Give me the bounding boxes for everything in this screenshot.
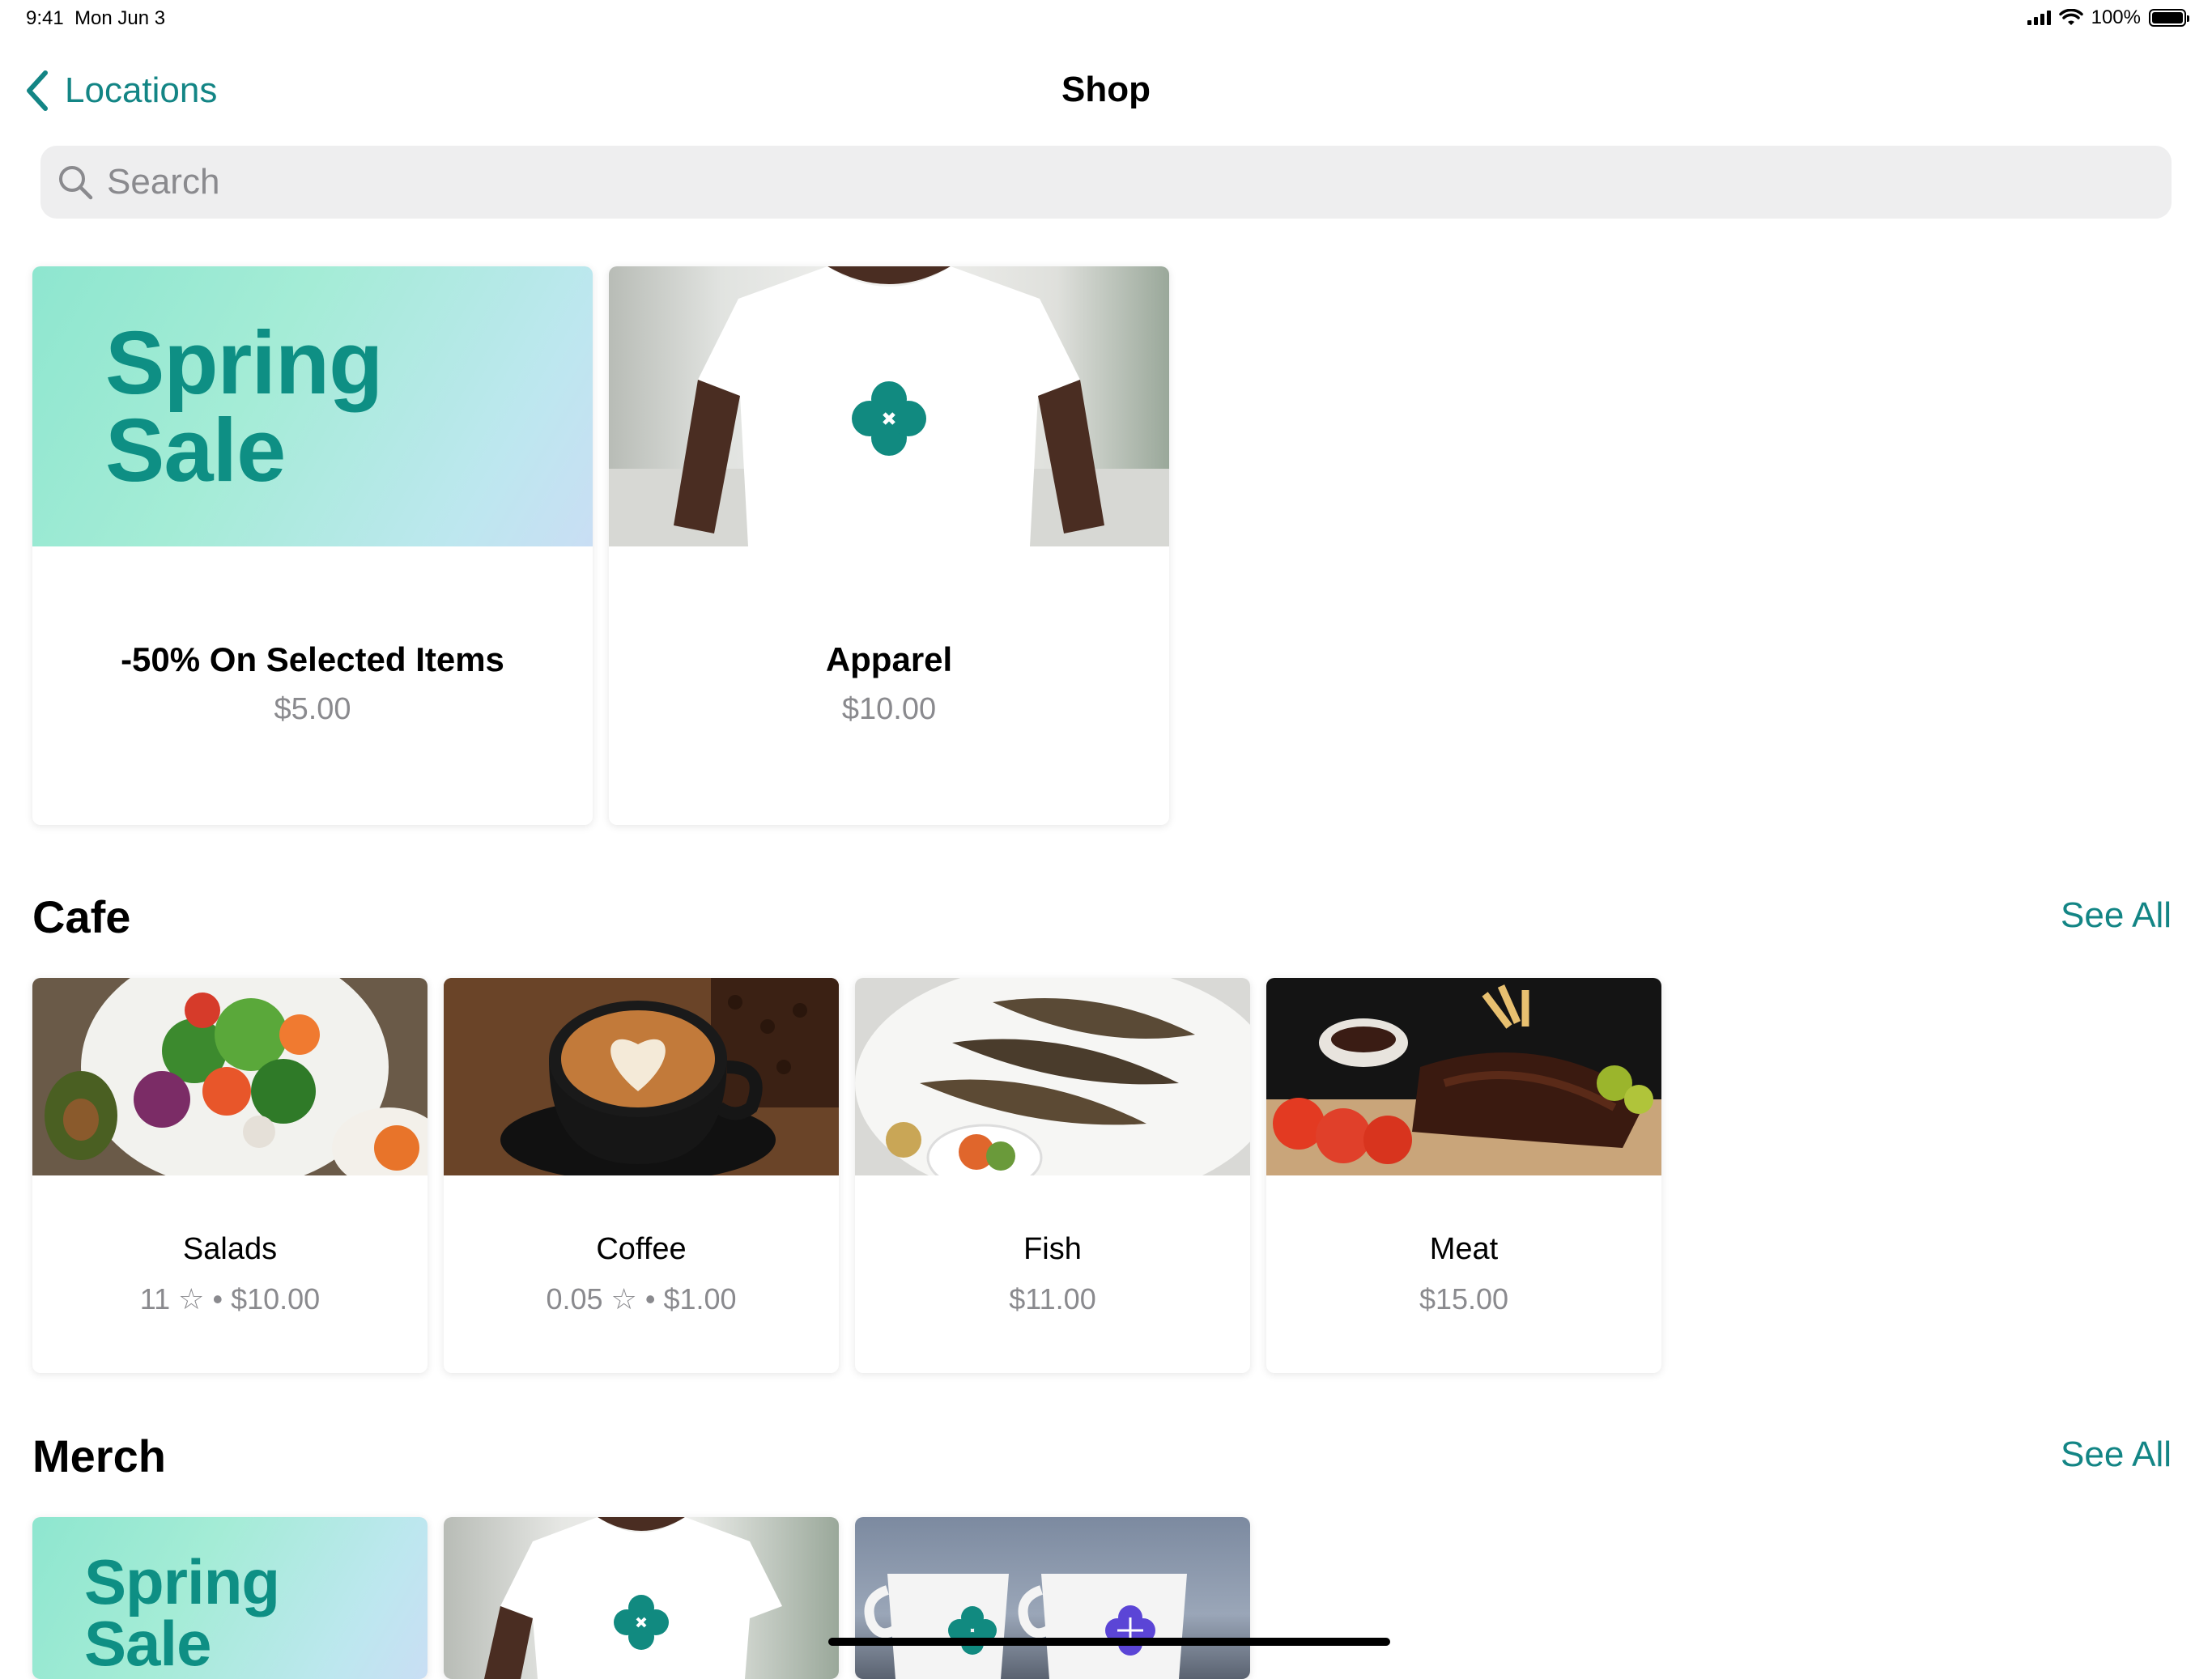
mugs-image (855, 1517, 1250, 1679)
card-title: Salads (182, 1232, 278, 1266)
rating-value: 11 (139, 1282, 171, 1316)
star-icon: ☆ (610, 1282, 637, 1316)
featured-card-apparel[interactable]: Apparel $10.00 (609, 266, 1169, 825)
featured-card-spring-sale[interactable]: Spring Sale -50% On Selected Items $5.00 (32, 266, 593, 825)
spring-sale-image: Spring Sale (32, 1517, 428, 1679)
search-icon (59, 166, 93, 200)
see-all-cafe-button[interactable]: See All (2061, 895, 2172, 936)
cafe-card-fish[interactable]: Fish $11.00 (855, 978, 1250, 1373)
fish-image (855, 978, 1250, 1175)
separator-dot: • (212, 1282, 223, 1316)
tshirt-image (444, 1517, 839, 1679)
back-button-label: Locations (65, 70, 218, 110)
card-price: $10.00 (231, 1282, 321, 1316)
battery-icon (2149, 9, 2189, 27)
card-title: Fish (1023, 1232, 1082, 1266)
card-title: Coffee (596, 1232, 687, 1266)
card-title: -50% On Selected Items (121, 640, 504, 678)
card-title: Meat (1429, 1232, 1499, 1266)
card-price: $11.00 (1009, 1282, 1096, 1316)
spring-sale-logo: Spring Sale (105, 313, 383, 500)
salads-image (32, 978, 428, 1175)
wifi-icon (2058, 9, 2083, 25)
section-title-merch: Merch (32, 1430, 166, 1481)
cellular-signal-icon (2027, 11, 2051, 25)
battery-percentage: 100% (2091, 6, 2141, 28)
search-input[interactable] (107, 162, 2050, 202)
card-title: Apparel (825, 640, 953, 678)
home-indicator[interactable] (828, 1638, 1390, 1646)
coffee-image (444, 978, 839, 1175)
chevron-left-icon (27, 70, 48, 111)
status-date-value: Mon Jun 3 (74, 7, 166, 29)
card-meta: 0.05 ☆ • $1.00 (444, 1282, 839, 1316)
merch-card-mugs[interactable] (855, 1517, 1250, 1679)
merch-card-spring-sale[interactable]: Spring Sale (32, 1517, 428, 1679)
status-time-value: 9:41 (26, 7, 64, 29)
meat-image (1266, 978, 1661, 1175)
apparel-image (609, 266, 1169, 546)
page-title: Shop (1061, 70, 1151, 109)
card-price: $15.00 (1419, 1282, 1509, 1316)
tshirt-illustration (609, 266, 1169, 546)
status-time: 9:41 Mon Jun 3 (26, 7, 165, 30)
card-price: $5.00 (274, 692, 351, 726)
card-price: $10.00 (841, 692, 937, 726)
star-icon: ☆ (178, 1282, 205, 1316)
cafe-card-salads[interactable]: Salads 11 ☆ • $10.00 (32, 978, 428, 1373)
separator-dot: • (644, 1282, 656, 1316)
back-button[interactable]: Locations (24, 70, 217, 112)
status-bar: 9:41 Mon Jun 3 100% (0, 0, 2212, 39)
card-price: $1.00 (663, 1282, 737, 1316)
see-all-merch-button[interactable]: See All (2061, 1435, 2172, 1475)
spring-sale-logo: Spring Sale (84, 1546, 280, 1679)
rating-value: 0.05 (546, 1282, 603, 1316)
spring-sale-image: Spring Sale (32, 266, 593, 546)
section-title-cafe: Cafe (32, 891, 131, 942)
cafe-card-meat[interactable]: Meat $15.00 (1266, 978, 1661, 1373)
status-indicators: 100% (2027, 6, 2189, 29)
search-bar[interactable] (40, 146, 2172, 219)
merch-card-tshirt[interactable] (444, 1517, 839, 1679)
cafe-card-coffee[interactable]: Coffee 0.05 ☆ • $1.00 (444, 978, 839, 1373)
card-meta: 11 ☆ • $10.00 (32, 1282, 428, 1316)
